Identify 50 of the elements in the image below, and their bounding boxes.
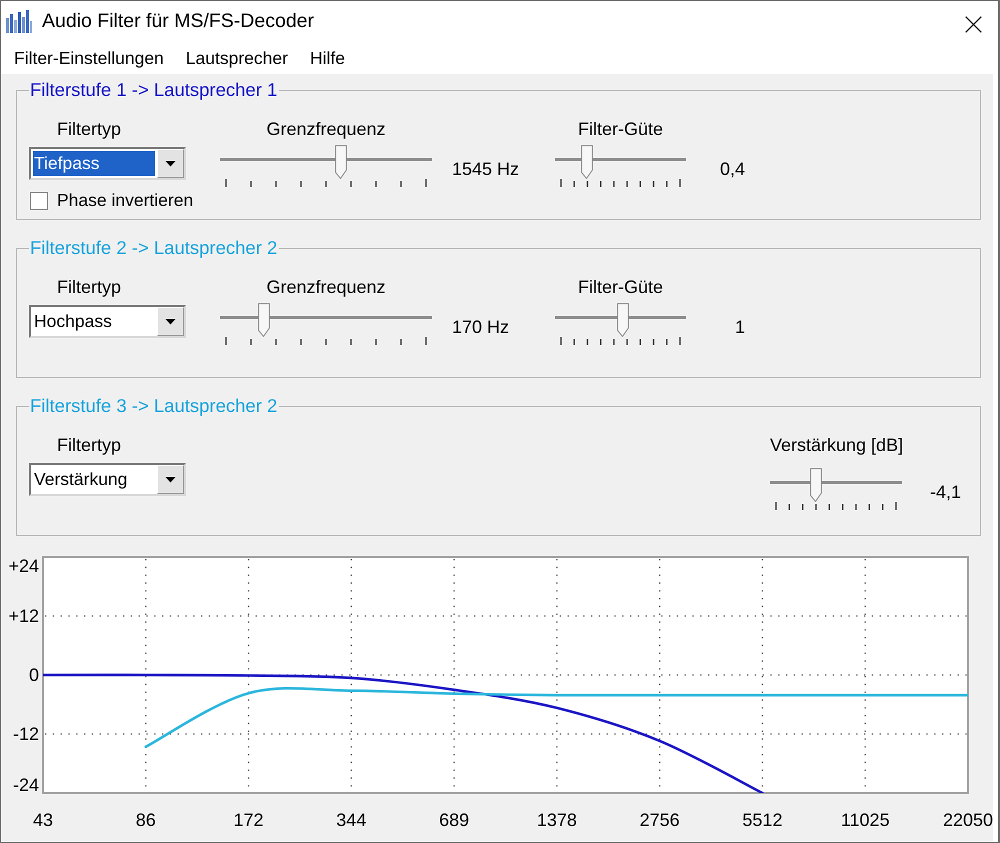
slider-label: Grenzfrequenz bbox=[266, 276, 386, 299]
group-title: Filterstufe 3 -> Lautsprecher 2 bbox=[29, 395, 278, 417]
close-icon[interactable] bbox=[965, 16, 982, 32]
x-tick-label: 344 bbox=[336, 810, 366, 830]
dropdown-arrow-icon[interactable] bbox=[157, 465, 184, 494]
y-tick-label: 0 bbox=[28, 665, 39, 685]
x-tick-label: 689 bbox=[439, 810, 470, 830]
menu-item[interactable]: Hilfe bbox=[298, 48, 356, 68]
slider-value: 1545 Hz bbox=[452, 158, 520, 180]
group-title: Filterstufe 1 -> Lautsprecher 1 bbox=[29, 79, 278, 101]
filter-type-dropdown[interactable]: Verstärkung bbox=[29, 463, 186, 496]
slider-label: Filter-Güte bbox=[578, 118, 664, 141]
window-title: Audio Filter für MS/FS-Decoder bbox=[42, 10, 316, 33]
y-tick-label: -12 bbox=[12, 724, 39, 744]
field-label: Filtertyp bbox=[56, 118, 122, 141]
filter-type-dropdown[interactable]: Hochpass bbox=[29, 305, 186, 338]
slider-value: 0,4 bbox=[718, 158, 745, 180]
slider-value: 1 bbox=[734, 316, 745, 338]
y-tick-label: -24 bbox=[12, 775, 39, 795]
group-title: Filterstufe 2 -> Lautsprecher 2 bbox=[29, 237, 278, 259]
slider-label: Filter-Güte bbox=[578, 276, 664, 299]
checkbox-label[interactable]: Phase invertieren bbox=[57, 190, 194, 211]
x-tick-label: 1378 bbox=[536, 810, 577, 830]
slider-value: -4,1 bbox=[930, 481, 962, 503]
x-tick-label: 86 bbox=[136, 810, 156, 830]
dropdown-arrow-icon[interactable] bbox=[157, 307, 184, 336]
x-tick-label: 5512 bbox=[742, 810, 782, 830]
x-tick-label: 172 bbox=[234, 810, 264, 830]
dropdown-arrow-icon[interactable] bbox=[157, 149, 184, 178]
x-tick-label: 22050 bbox=[942, 810, 993, 830]
slider-value: 170 Hz bbox=[452, 316, 510, 338]
slider-label: Grenzfrequenz bbox=[266, 118, 386, 141]
slider-thumb[interactable] bbox=[810, 468, 822, 502]
slider-thumb[interactable] bbox=[616, 303, 629, 337]
field-label: Filtertyp bbox=[56, 276, 122, 299]
x-tick-label: 11025 bbox=[840, 810, 890, 830]
slider-thumb[interactable] bbox=[258, 303, 270, 337]
slider-thumb[interactable] bbox=[581, 145, 594, 179]
menu-item[interactable]: Filter-Einstellungen bbox=[3, 48, 175, 68]
slider-thumb[interactable] bbox=[335, 145, 347, 179]
equalizer-icon bbox=[5, 8, 33, 34]
y-tick-label: +24 bbox=[8, 556, 39, 576]
y-tick-label: +12 bbox=[8, 606, 39, 626]
checkbox[interactable] bbox=[30, 192, 48, 210]
menu-item[interactable]: Lautsprecher bbox=[174, 48, 299, 68]
x-tick-label: 2756 bbox=[640, 810, 680, 830]
x-tick-label: 43 bbox=[32, 810, 54, 830]
field-label: Filtertyp bbox=[56, 434, 122, 457]
filter-type-dropdown[interactable]: Tiefpass bbox=[29, 147, 186, 180]
slider-label: Verstärkung [dB] bbox=[770, 434, 904, 457]
